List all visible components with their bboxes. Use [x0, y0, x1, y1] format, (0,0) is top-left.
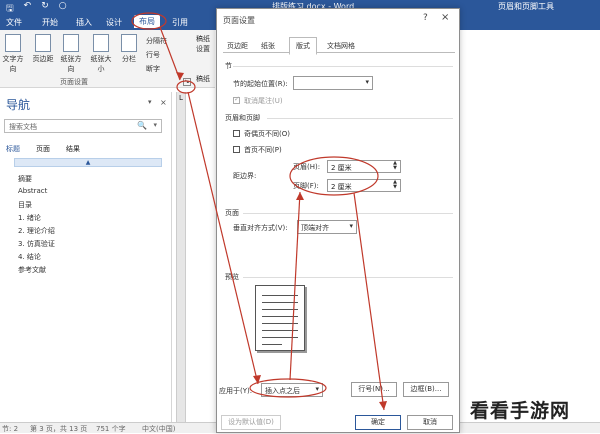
suppress-endnotes-checkbox[interactable] [233, 95, 240, 104]
size-button[interactable]: 纸张大小 [88, 34, 114, 74]
tab-file[interactable]: 文件 [6, 17, 22, 28]
text-direction-icon [5, 34, 21, 52]
ribbon-layout: 文字方向 页边距 纸张方向 纸张大小 分栏 分隔符 行号 断字 页面设置 ↘ 稿… [0, 30, 215, 88]
nav-tab-results[interactable]: 结果 [66, 144, 80, 154]
tab-margins[interactable]: 页边距 [227, 41, 248, 51]
vertical-alignment-label: 垂直对齐方式(V): [233, 224, 288, 232]
header-distance-label: 页眉(H): [293, 163, 321, 171]
nav-tabs: 标题 页面 结果 [6, 144, 80, 154]
dialog-title: 页面设置 [223, 16, 255, 25]
vertical-ruler[interactable] [176, 92, 186, 422]
odd-even-label: 奇偶页不同(O) [244, 130, 290, 138]
apply-to-select[interactable]: 插入点之后 ▾ [261, 383, 323, 397]
nav-tab-pages[interactable]: 页面 [36, 144, 50, 154]
help-icon[interactable]: ? [423, 13, 428, 23]
search-dropdown-icon[interactable]: ▾ [153, 121, 157, 129]
borders-button[interactable]: 边框(B)... [403, 382, 449, 397]
nav-heading-item[interactable]: 参考文献 [18, 265, 46, 275]
site-watermark: 看看手游网 [470, 400, 571, 422]
breaks-button[interactable]: 分隔符 [146, 36, 167, 46]
first-page-checkbox[interactable] [233, 146, 240, 153]
tab-insert[interactable]: 插入 [76, 17, 92, 28]
preview-heading: 预览 [225, 273, 239, 281]
search-icon[interactable]: 🔍 [137, 121, 147, 130]
footer-distance-input[interactable]: 2 厘米 ▲ ▼ [327, 179, 401, 192]
nav-collapse-bar[interactable]: ▲ [14, 158, 162, 167]
tab-references[interactable]: 引用 [172, 17, 188, 28]
close-icon[interactable]: × [441, 12, 449, 23]
navigation-pane: 导航 ▾ × 搜索文档 🔍 ▾ 标题 页面 结果 ▲ 摘要 Abstract 目… [0, 92, 172, 422]
tab-layout[interactable]: 布局 [134, 15, 160, 28]
page-heading: 页面 [225, 209, 239, 217]
tab-document-grid[interactable]: 文档网格 [327, 41, 355, 51]
divider [233, 66, 453, 67]
orientation-button[interactable]: 纸张方向 [58, 34, 84, 74]
spin-arrows-icon[interactable]: ▲ ▼ [391, 161, 399, 172]
manuscript-group[interactable]: 稿纸 设置 稿纸 [196, 34, 210, 84]
nav-heading-item[interactable]: 4. 结论 [18, 252, 41, 262]
nav-heading-item[interactable]: 目录 [18, 200, 32, 210]
chevron-down-icon: ▾ [349, 222, 353, 230]
cancel-button[interactable]: 取消 [407, 415, 453, 430]
dialog-tabs: 页边距 纸张 版式 文档网格 [223, 37, 455, 55]
line-numbers-dialog-button[interactable]: 行号(N)... [351, 382, 397, 397]
margins-button[interactable]: 页边距 [30, 34, 56, 64]
preview-page [255, 285, 305, 351]
chevron-down-icon: ▾ [365, 78, 369, 86]
tab-selector[interactable]: L [176, 94, 186, 104]
section-start-select[interactable]: ▾ [293, 76, 373, 90]
nav-heading-item[interactable]: 1. 绪论 [18, 213, 41, 223]
nav-search-input[interactable]: 搜索文档 🔍 ▾ [4, 119, 162, 133]
nav-heading-item[interactable]: 摘要 [18, 174, 32, 184]
contextual-tools-title: 页眉和页脚工具 [498, 2, 554, 11]
nav-title: 导航 [6, 98, 31, 112]
headers-footers-heading: 页眉和页脚 [225, 114, 260, 122]
orientation-icon [63, 34, 79, 52]
tab-paper[interactable]: 纸张 [261, 41, 275, 51]
ok-button[interactable]: 确定 [355, 415, 401, 430]
divider [243, 213, 453, 214]
spin-arrows-icon[interactable]: ▲ ▼ [391, 180, 399, 191]
page-setup-launcher-icon[interactable]: ↘ [183, 78, 191, 86]
header-distance-input[interactable]: 2 厘米 ▲ ▼ [327, 160, 401, 173]
nav-heading-item[interactable]: 3. 仿真验证 [18, 239, 55, 249]
line-numbers-button[interactable]: 行号 [146, 50, 160, 60]
vertical-alignment-select[interactable]: 顶端对齐 ▾ [297, 220, 357, 234]
first-page-label: 首页不同(P) [244, 146, 282, 154]
section-start-label: 节的起始位置(R): [233, 80, 288, 88]
paper-size-icon [93, 34, 109, 52]
chevron-down-icon: ▾ [315, 385, 319, 393]
odd-even-checkbox[interactable] [233, 130, 240, 137]
nav-options-icon[interactable]: ▾ [148, 98, 152, 106]
hyphenation-button[interactable]: 断字 [146, 64, 160, 74]
nav-heading-item[interactable]: Abstract [18, 187, 47, 195]
suppress-endnotes-label: 取消尾注(U) [244, 97, 283, 105]
text-direction-button[interactable]: 文字方向 [0, 34, 26, 74]
nav-tab-headings[interactable]: 标题 [6, 144, 20, 154]
section-heading: 节 [225, 62, 232, 70]
footer-distance-label: 页脚(F): [293, 182, 319, 190]
margins-icon [35, 34, 51, 52]
columns-button[interactable]: 分栏 [116, 34, 142, 64]
set-default-button[interactable]: 设为默认值(D) [221, 415, 281, 430]
tab-home[interactable]: 开始 [42, 17, 58, 28]
page-setup-group-label: 页面设置 [60, 78, 88, 86]
nav-heading-item[interactable]: 2. 理论介绍 [18, 226, 55, 236]
columns-icon [121, 34, 137, 52]
divider [243, 277, 453, 278]
from-edge-label: 距边界: [233, 172, 257, 180]
divider [267, 118, 453, 119]
nav-close-icon[interactable]: × [160, 98, 167, 107]
page-setup-dialog: 页面设置 ? × 页边距 纸张 版式 文档网格 节 节的起始位置(R): ▾ 取… [216, 8, 460, 433]
apply-to-label: 应用于(Y): [219, 387, 253, 395]
tab-design[interactable]: 设计 [106, 17, 122, 28]
tab-layout-options[interactable]: 版式 [289, 37, 317, 55]
